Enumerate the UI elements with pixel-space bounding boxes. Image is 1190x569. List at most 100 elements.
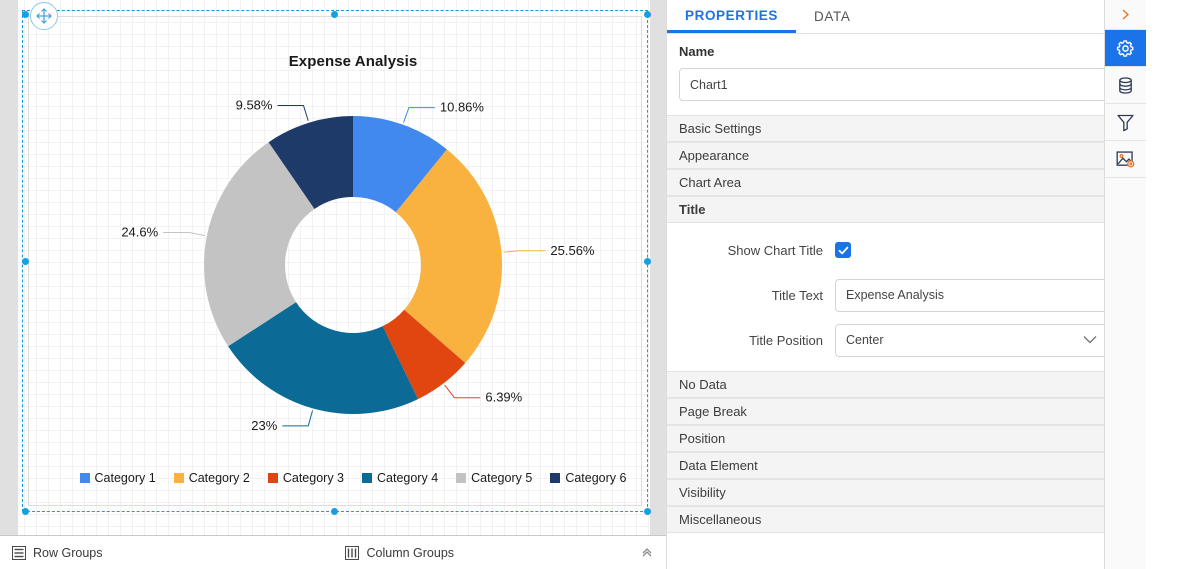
legend-swatch-icon <box>362 473 372 483</box>
resize-handle-bottom-left[interactable] <box>22 508 29 515</box>
filter-icon[interactable] <box>1105 104 1146 141</box>
gear-icon[interactable] <box>1105 30 1146 67</box>
resize-handle-bottom-center[interactable] <box>331 508 338 515</box>
check-icon <box>838 246 848 254</box>
database-icon[interactable] <box>1105 67 1146 104</box>
legend-item[interactable]: Category 2 <box>173 471 250 485</box>
row-groups-button[interactable]: Row Groups <box>12 545 103 560</box>
section-appearance[interactable]: Appearance + <box>667 142 1146 169</box>
name-input[interactable] <box>679 68 1139 101</box>
row-groups-label: Row Groups <box>33 545 103 560</box>
donut-chart[interactable]: 10.86% 25.56% 6.39% 23% 24.6% 9.58% <box>46 16 660 456</box>
resize-handle-middle-right[interactable] <box>644 258 651 265</box>
section-miscellaneous-label: Miscellaneous <box>679 512 762 527</box>
resize-handle-top-right[interactable] <box>644 11 651 18</box>
section-chart-area-label: Chart Area <box>679 175 742 190</box>
chevron-down-icon <box>1083 333 1097 347</box>
resize-handle-top-left[interactable] <box>22 11 29 18</box>
section-visibility-label: Visibility <box>679 485 726 500</box>
title-position-label: Title Position <box>749 332 823 348</box>
legend-item[interactable]: Category 3 <box>267 471 344 485</box>
database-glyph <box>1119 76 1132 94</box>
donut-leader-line <box>503 250 546 253</box>
columns-icon <box>345 545 360 560</box>
move-glyph <box>36 8 52 24</box>
section-data-element-label: Data Element <box>679 458 758 473</box>
legend-swatch-icon <box>550 473 561 483</box>
tab-properties[interactable]: PROPERTIES <box>667 0 797 33</box>
gear-glyph <box>1116 39 1134 57</box>
column-groups-label: Column Groups <box>366 545 455 560</box>
report-designer-app: Expense Analysis 10.86% 25.56% 6.39% 23% 24.… <box>0 0 1190 569</box>
section-title-label: Title <box>679 202 706 217</box>
panel-tabs: PROPERTIES DATA <box>667 0 1146 34</box>
resize-handle-middle-left[interactable] <box>22 258 29 265</box>
name-label: Name <box>679 44 715 59</box>
image-settings-icon[interactable] <box>1105 141 1146 178</box>
filter-glyph <box>1117 114 1134 131</box>
image-settings-glyph <box>1116 150 1135 167</box>
chart-legend: Category 1 Category 2 Category 3 Category 4… <box>46 471 660 485</box>
legend-item[interactable]: Category 5 <box>456 471 532 485</box>
design-canvas[interactable]: Expense Analysis 10.86% 25.56% 6.39% 23% 24.… <box>0 0 666 569</box>
rows-icon <box>12 545 26 560</box>
section-position-label: Position <box>679 431 726 446</box>
chevron-down-glyph <box>1083 336 1097 344</box>
show-chart-title-checkbox[interactable] <box>835 242 851 258</box>
expand-panel-icon[interactable] <box>1105 0 1146 30</box>
legend-swatch-icon <box>173 473 184 483</box>
chevron-up-icon <box>642 547 652 556</box>
donut-leader-line <box>163 231 205 237</box>
title-text-input[interactable] <box>835 278 1107 312</box>
title-text-label: Title Text <box>771 287 823 303</box>
donut-data-label: 9.58% <box>236 98 273 113</box>
legend-label: Category 6 <box>565 471 627 485</box>
donut-data-label: 10.86% <box>440 100 485 115</box>
legend-label: Category 1 <box>94 471 156 485</box>
section-page-break-label: Page Break <box>679 404 747 419</box>
row-title-position: Title Position Center <box>667 323 1146 357</box>
section-data-element[interactable]: Data Element + <box>667 452 1146 479</box>
section-appearance-label: Appearance <box>679 148 750 163</box>
properties-panel: PROPERTIES DATA Name Basic Settings + Ap… <box>666 0 1146 569</box>
row-title-text: Title Text <box>667 278 1146 312</box>
section-miscellaneous[interactable]: Miscellaneous + <box>667 506 1146 533</box>
title-position-value: Center <box>846 333 884 347</box>
resize-handle-top-center[interactable] <box>331 11 338 18</box>
collapse-panel-button[interactable] <box>640 545 654 561</box>
section-position[interactable]: Position + <box>667 425 1146 452</box>
section-page-break[interactable]: Page Break + <box>667 398 1146 425</box>
section-basic-settings-label: Basic Settings <box>679 121 762 136</box>
legend-swatch-icon <box>79 473 90 483</box>
title-position-select[interactable]: Center <box>835 323 1107 357</box>
column-groups-button[interactable]: Column Groups <box>345 545 455 560</box>
report-surface[interactable]: Expense Analysis 10.86% 25.56% 6.39% 23% 24.… <box>18 0 650 535</box>
donut-data-label: 24.6% <box>121 224 158 239</box>
legend-label: Category 3 <box>282 471 344 485</box>
resize-handle-bottom-right[interactable] <box>644 508 651 515</box>
show-chart-title-label: Show Chart Title <box>727 242 823 258</box>
section-no-data-label: No Data <box>679 377 727 392</box>
name-field-block: Name <box>667 34 1146 115</box>
section-no-data[interactable]: No Data + <box>667 371 1146 398</box>
move-icon[interactable] <box>30 2 58 30</box>
properties-scroll-area[interactable]: Name Basic Settings + Appearance + Chart… <box>667 34 1146 569</box>
section-visibility[interactable]: Visibility + <box>667 479 1146 506</box>
donut-leader-line <box>282 410 314 427</box>
tab-data[interactable]: DATA <box>796 0 868 33</box>
donut-leader-line <box>277 105 309 121</box>
section-chart-area[interactable]: Chart Area + <box>667 169 1146 196</box>
panel-icon-rail <box>1104 0 1146 569</box>
legend-item[interactable]: Category 4 <box>362 471 438 485</box>
groups-statusbar: Row Groups Column Groups <box>0 535 666 569</box>
section-basic-settings[interactable]: Basic Settings + <box>667 115 1146 142</box>
legend-swatch-icon <box>456 473 467 483</box>
section-title[interactable]: Title − <box>667 196 1146 223</box>
chart-widget[interactable]: Expense Analysis 10.86% 25.56% 6.39% 23% 24.… <box>46 16 660 506</box>
legend-item[interactable]: Category 1 <box>79 471 156 485</box>
legend-label: Category 4 <box>377 471 439 485</box>
donut-leader-line <box>403 107 435 123</box>
donut-svg: 10.86% 25.56% 6.39% 23% 24.6% 9.58% <box>121 98 595 433</box>
legend-label: Category 2 <box>188 471 250 485</box>
legend-item[interactable]: Category 6 <box>550 471 626 485</box>
